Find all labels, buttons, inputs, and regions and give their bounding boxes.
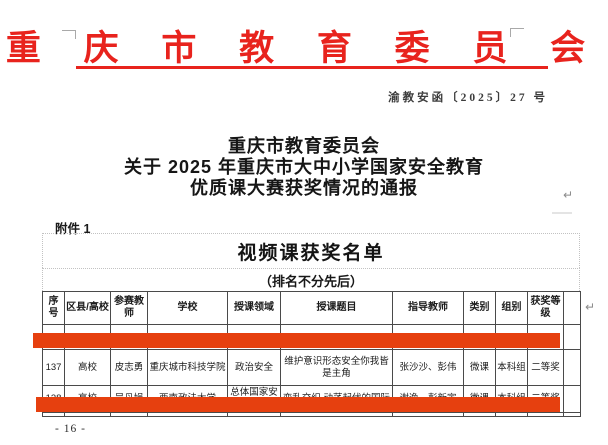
- header-serial: 序号: [43, 292, 65, 325]
- page-number: - 16 -: [55, 423, 86, 435]
- header-teacher: 参赛教师: [111, 292, 148, 325]
- header-advisor: 指导教师: [393, 292, 464, 325]
- header-group: 组别: [496, 292, 528, 325]
- paragraph-return-icon: ↵: [585, 300, 595, 314]
- document-page: 重 庆 市 教 育 委 员 会 渝教安函〔2025〕27 号 重庆市教育委员会 …: [0, 0, 608, 445]
- table-header-row: 序号 区县/高校 参赛教师 学校 授课领域 授课题目 指导教师 类别 组别 获奖…: [43, 292, 581, 325]
- faint-dash: [552, 212, 572, 214]
- document-title-line-3: 优质课大赛获奖情况的通报: [0, 178, 608, 199]
- document-title: 重庆市教育委员会 关于 2025 年重庆市大中小学国家安全教育 优质课大赛获奖情…: [0, 136, 608, 199]
- table-subtitle-box: （排名不分先后）: [42, 268, 580, 291]
- letterhead-rule: [76, 66, 548, 69]
- header-topic: 授课题目: [281, 292, 393, 325]
- table-row-sliver: [43, 412, 581, 416]
- header-category: 类别: [464, 292, 496, 325]
- header-award: 获奖等级: [528, 292, 564, 325]
- header-blank: [564, 292, 581, 325]
- award-sheet: 视频课获奖名单 （排名不分先后） 序号 区县/高校 参赛教师 学校 授课领域 授…: [42, 233, 580, 417]
- redaction-bar-top: [33, 333, 560, 348]
- table-subtitle: （排名不分先后）: [259, 271, 363, 290]
- table-title-box: 视频课获奖名单: [42, 233, 580, 268]
- document-title-line-1: 重庆市教育委员会: [0, 136, 608, 157]
- document-title-line-2: 关于 2025 年重庆市大中小学国家安全教育: [0, 157, 608, 178]
- header-field: 授课领域: [228, 292, 281, 325]
- header-school: 学校: [148, 292, 228, 325]
- table-row-137: 137 高校 皮志勇 重庆城市科技学院 政治安全 维护意识形态安全你我皆是主角 …: [43, 350, 581, 386]
- redaction-bar-bottom: [36, 397, 560, 412]
- header-district: 区县/高校: [65, 292, 111, 325]
- table-title: 视频课获奖名单: [237, 238, 384, 265]
- letterhead-title: 重 庆 市 教 育 委 员 会: [0, 20, 608, 71]
- document-number: 渝教安函〔2025〕27 号: [0, 89, 548, 105]
- paragraph-return-icon: ↵: [563, 188, 573, 202]
